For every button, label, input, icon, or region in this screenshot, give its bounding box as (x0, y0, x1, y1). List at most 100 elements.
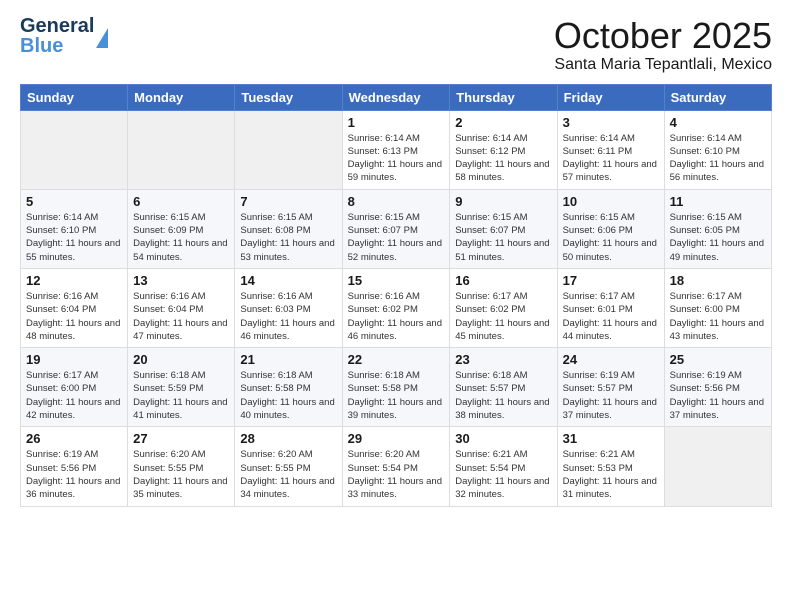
day-number: 15 (348, 273, 445, 288)
calendar-cell: 12 Sunrise: 6:16 AM Sunset: 6:04 PM Dayli… (21, 268, 128, 347)
day-info: Sunrise: 6:14 AM Sunset: 6:11 PM Dayligh… (563, 132, 659, 185)
day-info: Sunrise: 6:19 AM Sunset: 5:57 PM Dayligh… (563, 369, 659, 422)
calendar-cell: 9 Sunrise: 6:15 AM Sunset: 6:07 PM Daylig… (450, 189, 557, 268)
calendar-cell: 18Sunrise: 6:17 AM Sunset: 6:00 PM Dayli… (664, 268, 771, 347)
calendar-cell: 6 Sunrise: 6:15 AM Sunset: 6:09 PM Daylig… (128, 189, 235, 268)
day-number: 7 (240, 194, 336, 209)
day-number: 13 (133, 273, 229, 288)
day-number: 31 (563, 431, 659, 446)
calendar-header-saturday: Saturday (664, 84, 771, 110)
day-info: Sunrise: 6:15 AM Sunset: 6:06 PM Dayligh… (563, 211, 659, 264)
day-info: Sunrise: 6:19 AM Sunset: 5:56 PM Dayligh… (26, 448, 122, 501)
day-number: 4 (670, 115, 766, 130)
calendar-header-wednesday: Wednesday (342, 84, 450, 110)
calendar-week-4: 26 Sunrise: 6:19 AM Sunset: 5:56 PM Dayli… (21, 427, 772, 506)
day-number: 10 (563, 194, 659, 209)
day-info: Sunrise: 6:17 AM Sunset: 6:02 PM Dayligh… (455, 290, 551, 343)
day-number: 30 (455, 431, 551, 446)
calendar-cell (21, 110, 128, 189)
day-info: Sunrise: 6:15 AM Sunset: 6:07 PM Dayligh… (455, 211, 551, 264)
calendar-cell: 16 Sunrise: 6:17 AM Sunset: 6:02 PM Dayli… (450, 268, 557, 347)
day-info: Sunrise: 6:18 AM Sunset: 5:58 PM Dayligh… (348, 369, 445, 422)
day-info: Sunrise: 6:18 AM Sunset: 5:58 PM Dayligh… (240, 369, 336, 422)
day-info: Sunrise: 6:17 AM Sunset: 6:00 PM Dayligh… (670, 290, 766, 343)
calendar-cell: 13Sunrise: 6:16 AM Sunset: 6:04 PM Dayli… (128, 268, 235, 347)
calendar-cell: 21 Sunrise: 6:18 AM Sunset: 5:58 PM Dayli… (235, 348, 342, 427)
day-number: 5 (26, 194, 122, 209)
day-number: 2 (455, 115, 551, 130)
calendar-cell (664, 427, 771, 506)
logo-general: General (20, 16, 94, 36)
day-number: 22 (348, 352, 445, 367)
day-info: Sunrise: 6:14 AM Sunset: 6:13 PM Dayligh… (348, 132, 445, 185)
day-info: Sunrise: 6:14 AM Sunset: 6:12 PM Dayligh… (455, 132, 551, 185)
day-info: Sunrise: 6:18 AM Sunset: 5:57 PM Dayligh… (455, 369, 551, 422)
calendar-cell: 25 Sunrise: 6:19 AM Sunset: 5:56 PM Dayli… (664, 348, 771, 427)
calendar-cell: 26 Sunrise: 6:19 AM Sunset: 5:56 PM Dayli… (21, 427, 128, 506)
day-number: 19 (26, 352, 122, 367)
day-info: Sunrise: 6:21 AM Sunset: 5:53 PM Dayligh… (563, 448, 659, 501)
day-info: Sunrise: 6:16 AM Sunset: 6:02 PM Dayligh… (348, 290, 445, 343)
calendar-header-friday: Friday (557, 84, 664, 110)
day-info: Sunrise: 6:16 AM Sunset: 6:04 PM Dayligh… (26, 290, 122, 343)
calendar-cell: 24 Sunrise: 6:19 AM Sunset: 5:57 PM Dayli… (557, 348, 664, 427)
day-info: Sunrise: 6:15 AM Sunset: 6:07 PM Dayligh… (348, 211, 445, 264)
day-info: Sunrise: 6:16 AM Sunset: 6:03 PM Dayligh… (240, 290, 336, 343)
day-number: 25 (670, 352, 766, 367)
day-number: 24 (563, 352, 659, 367)
day-number: 26 (26, 431, 122, 446)
calendar-cell: 10 Sunrise: 6:15 AM Sunset: 6:06 PM Dayli… (557, 189, 664, 268)
logo-triangle-icon (96, 28, 108, 48)
day-number: 23 (455, 352, 551, 367)
day-info: Sunrise: 6:18 AM Sunset: 5:59 PM Dayligh… (133, 369, 229, 422)
day-info: Sunrise: 6:19 AM Sunset: 5:56 PM Dayligh… (670, 369, 766, 422)
day-info: Sunrise: 6:14 AM Sunset: 6:10 PM Dayligh… (26, 211, 122, 264)
calendar-week-0: 1 Sunrise: 6:14 AM Sunset: 6:13 PM Daylig… (21, 110, 772, 189)
calendar-header-monday: Monday (128, 84, 235, 110)
logo-text: General Blue (20, 16, 94, 56)
calendar-cell: 1 Sunrise: 6:14 AM Sunset: 6:13 PM Daylig… (342, 110, 450, 189)
day-number: 28 (240, 431, 336, 446)
calendar-cell: 7 Sunrise: 6:15 AM Sunset: 6:08 PM Daylig… (235, 189, 342, 268)
day-info: Sunrise: 6:15 AM Sunset: 6:09 PM Dayligh… (133, 211, 229, 264)
day-number: 6 (133, 194, 229, 209)
day-number: 8 (348, 194, 445, 209)
calendar-cell: 23 Sunrise: 6:18 AM Sunset: 5:57 PM Dayli… (450, 348, 557, 427)
calendar-week-2: 12 Sunrise: 6:16 AM Sunset: 6:04 PM Dayli… (21, 268, 772, 347)
day-info: Sunrise: 6:15 AM Sunset: 6:08 PM Dayligh… (240, 211, 336, 264)
calendar-cell: 17Sunrise: 6:17 AM Sunset: 6:01 PM Dayli… (557, 268, 664, 347)
calendar-cell (128, 110, 235, 189)
calendar-cell: 22 Sunrise: 6:18 AM Sunset: 5:58 PM Dayli… (342, 348, 450, 427)
calendar-cell: 2 Sunrise: 6:14 AM Sunset: 6:12 PM Daylig… (450, 110, 557, 189)
month-title: October 2025 (554, 16, 772, 56)
page: General Blue October 2025 Santa Maria Te… (0, 0, 792, 612)
day-info: Sunrise: 6:14 AM Sunset: 6:10 PM Dayligh… (670, 132, 766, 185)
day-number: 16 (455, 273, 551, 288)
day-number: 9 (455, 194, 551, 209)
day-number: 11 (670, 194, 766, 209)
calendar-header-tuesday: Tuesday (235, 84, 342, 110)
calendar-cell: 14Sunrise: 6:16 AM Sunset: 6:03 PM Dayli… (235, 268, 342, 347)
calendar-cell: 8 Sunrise: 6:15 AM Sunset: 6:07 PM Daylig… (342, 189, 450, 268)
calendar-cell: 5 Sunrise: 6:14 AM Sunset: 6:10 PM Daylig… (21, 189, 128, 268)
day-number: 27 (133, 431, 229, 446)
location-title: Santa Maria Tepantlali, Mexico (554, 56, 772, 74)
calendar-cell: 15 Sunrise: 6:16 AM Sunset: 6:02 PM Dayli… (342, 268, 450, 347)
calendar-cell: 31 Sunrise: 6:21 AM Sunset: 5:53 PM Dayli… (557, 427, 664, 506)
day-number: 12 (26, 273, 122, 288)
title-block: October 2025 Santa Maria Tepantlali, Mex… (554, 16, 772, 74)
day-number: 17 (563, 273, 659, 288)
day-number: 29 (348, 431, 445, 446)
day-number: 1 (348, 115, 445, 130)
logo-blue: Blue (20, 36, 94, 56)
calendar-cell: 28Sunrise: 6:20 AM Sunset: 5:55 PM Dayli… (235, 427, 342, 506)
header: General Blue October 2025 Santa Maria Te… (20, 16, 772, 74)
day-number: 20 (133, 352, 229, 367)
day-info: Sunrise: 6:20 AM Sunset: 5:55 PM Dayligh… (133, 448, 229, 501)
calendar-cell: 29Sunrise: 6:20 AM Sunset: 5:54 PM Dayli… (342, 427, 450, 506)
day-info: Sunrise: 6:21 AM Sunset: 5:54 PM Dayligh… (455, 448, 551, 501)
day-number: 21 (240, 352, 336, 367)
calendar-header-thursday: Thursday (450, 84, 557, 110)
calendar-cell: 3Sunrise: 6:14 AM Sunset: 6:11 PM Daylig… (557, 110, 664, 189)
calendar-cell (235, 110, 342, 189)
